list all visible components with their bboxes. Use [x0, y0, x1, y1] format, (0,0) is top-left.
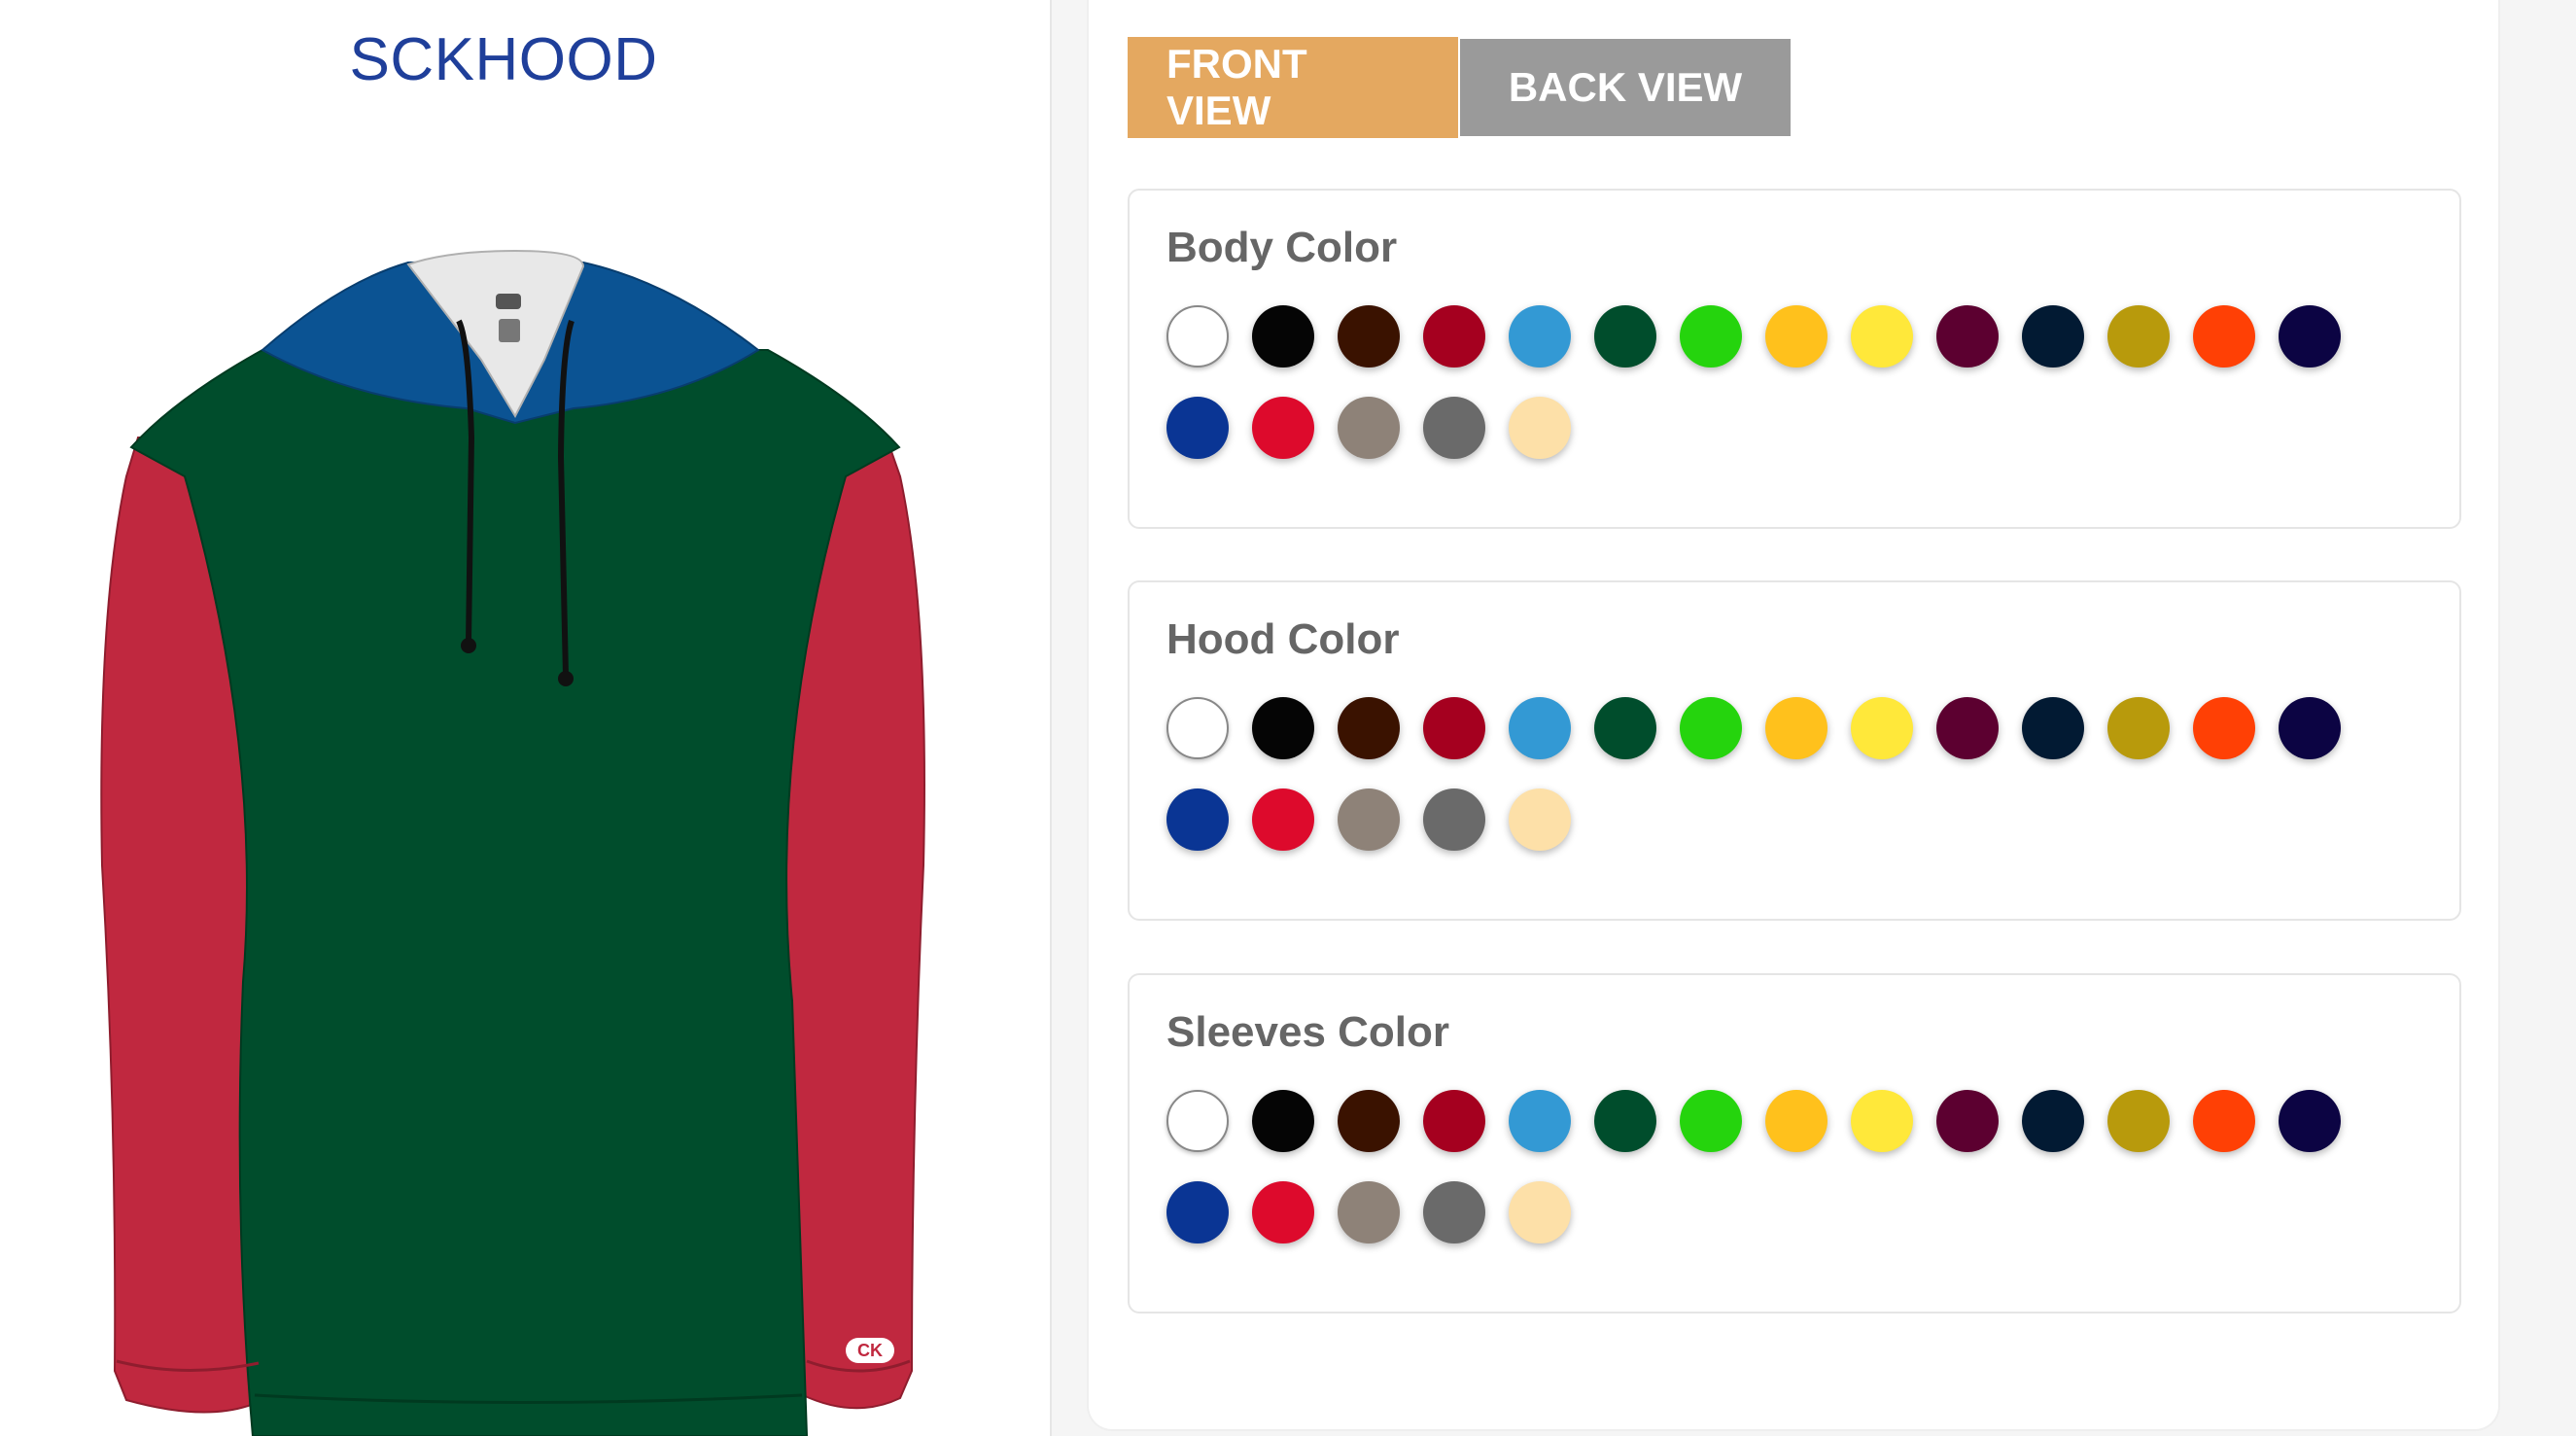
- sleeves-color-panel: Sleeves Color: [1128, 973, 2461, 1313]
- sleeves-swatch-midnight[interactable]: [2279, 1090, 2341, 1152]
- sleeves-swatch-white[interactable]: [1166, 1090, 1229, 1152]
- hood-swatch-maroon[interactable]: [1936, 697, 1999, 759]
- body-swatch-black[interactable]: [1252, 305, 1314, 368]
- neck-label-logo: [496, 294, 521, 309]
- body-swatch-cream[interactable]: [1509, 397, 1571, 459]
- body-swatch-maroon[interactable]: [1936, 305, 1999, 368]
- hood-swatch-graphite[interactable]: [1423, 788, 1485, 851]
- sleeve-logo-text: CK: [857, 1341, 883, 1360]
- body-swatch-yellow[interactable]: [1851, 305, 1913, 368]
- body-swatch-columbia-blue[interactable]: [1509, 305, 1571, 368]
- hood-swatch-gold[interactable]: [1765, 697, 1828, 759]
- drawstring-right-tip: [558, 671, 574, 686]
- hood-swatch-midnight[interactable]: [2279, 697, 2341, 759]
- body-swatch-vegas-gold[interactable]: [2107, 305, 2170, 368]
- hood-swatch-brown[interactable]: [1338, 697, 1400, 759]
- body-swatch-orange[interactable]: [2193, 305, 2255, 368]
- sleeves-swatch-cream[interactable]: [1509, 1181, 1571, 1243]
- sleeves-color-title: Sleeves Color: [1166, 1008, 1450, 1056]
- hood-swatch-black[interactable]: [1252, 697, 1314, 759]
- hood-swatch-orange[interactable]: [2193, 697, 2255, 759]
- body-swatch-gold[interactable]: [1765, 305, 1828, 368]
- sleeves-swatch-vegas-gold[interactable]: [2107, 1090, 2170, 1152]
- hoodie-preview: CK: [87, 243, 943, 1436]
- hood-swatch-cardinal[interactable]: [1423, 697, 1485, 759]
- sleeves-swatch-gold[interactable]: [1765, 1090, 1828, 1152]
- sleeves-swatch-red[interactable]: [1252, 1181, 1314, 1243]
- customizer-pane: FRONT VIEW BACK VIEW Body Color Hood Col…: [1089, 0, 2498, 1429]
- body-swatch-brown[interactable]: [1338, 305, 1400, 368]
- body-swatch-cardinal[interactable]: [1423, 305, 1485, 368]
- body-color-panel: Body Color: [1128, 189, 2461, 529]
- sleeves-swatch-dark-green[interactable]: [1594, 1090, 1656, 1152]
- hood-swatch-white[interactable]: [1166, 697, 1229, 759]
- body-swatch-red[interactable]: [1252, 397, 1314, 459]
- body-swatch-lime[interactable]: [1680, 305, 1742, 368]
- hood-swatch-navy[interactable]: [2022, 697, 2084, 759]
- hood-color-title: Hood Color: [1166, 615, 1400, 663]
- body-swatch-midnight[interactable]: [2279, 305, 2341, 368]
- sleeves-swatch-khaki[interactable]: [1338, 1181, 1400, 1243]
- sleeves-swatch-navy[interactable]: [2022, 1090, 2084, 1152]
- hood-swatch-dark-green[interactable]: [1594, 697, 1656, 759]
- product-title: SCKHOOD: [349, 26, 658, 93]
- view-tabs: FRONT VIEW BACK VIEW: [1128, 37, 1791, 138]
- hoodie-body: [129, 349, 901, 1436]
- hood-color-panel: Hood Color: [1128, 580, 2461, 921]
- hood-swatch-yellow[interactable]: [1851, 697, 1913, 759]
- sleeves-swatch-black[interactable]: [1252, 1090, 1314, 1152]
- sleeves-swatch-royal[interactable]: [1166, 1181, 1229, 1243]
- body-swatch-dark-green[interactable]: [1594, 305, 1656, 368]
- sleeves-swatch-yellow[interactable]: [1851, 1090, 1913, 1152]
- body-swatch-graphite[interactable]: [1423, 397, 1485, 459]
- hood-swatch-lime[interactable]: [1680, 697, 1742, 759]
- sleeves-swatch-lime[interactable]: [1680, 1090, 1742, 1152]
- hood-swatch-royal[interactable]: [1166, 788, 1229, 851]
- sleeves-swatch-columbia-blue[interactable]: [1509, 1090, 1571, 1152]
- drawstring-left-tip: [461, 638, 476, 653]
- hood-swatch-cream[interactable]: [1509, 788, 1571, 851]
- body-swatch-royal[interactable]: [1166, 397, 1229, 459]
- hood-swatch-vegas-gold[interactable]: [2107, 697, 2170, 759]
- hood-swatch-columbia-blue[interactable]: [1509, 697, 1571, 759]
- hood-swatch-khaki[interactable]: [1338, 788, 1400, 851]
- body-color-title: Body Color: [1166, 224, 1398, 271]
- tab-front-view[interactable]: FRONT VIEW: [1128, 37, 1458, 138]
- sleeves-swatch-cardinal[interactable]: [1423, 1090, 1485, 1152]
- product-preview-pane: SCKHOOD CK: [0, 0, 1052, 1436]
- sleeves-swatch-graphite[interactable]: [1423, 1181, 1485, 1243]
- body-swatch-khaki[interactable]: [1338, 397, 1400, 459]
- sleeves-swatch-brown[interactable]: [1338, 1090, 1400, 1152]
- tab-back-view[interactable]: BACK VIEW: [1460, 39, 1791, 136]
- body-swatch-navy[interactable]: [2022, 305, 2084, 368]
- sleeves-swatch-maroon[interactable]: [1936, 1090, 1999, 1152]
- sleeves-swatch-orange[interactable]: [2193, 1090, 2255, 1152]
- body-swatch-white[interactable]: [1166, 305, 1229, 368]
- neck-label-tag: [499, 319, 520, 342]
- hood-swatch-red[interactable]: [1252, 788, 1314, 851]
